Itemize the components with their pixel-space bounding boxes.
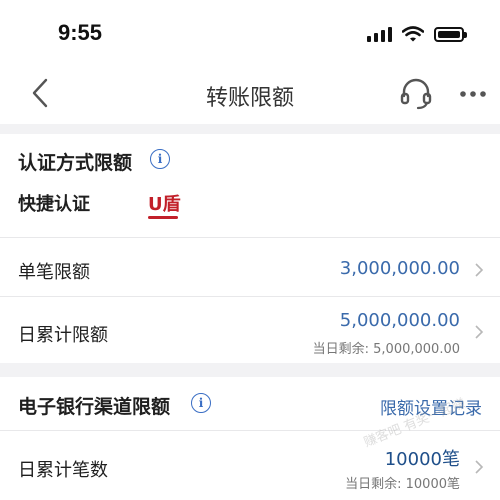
row-value: 10000笔	[384, 449, 460, 470]
limit-settings-record-link[interactable]: 限额设置记录	[380, 394, 482, 419]
row-remaining: 当日剩余: 10000笔	[345, 477, 460, 492]
more-options-icon[interactable]	[458, 80, 488, 108]
tab-quick-auth[interactable]: 快捷认证	[18, 190, 90, 216]
row-label: 单笔限额	[18, 262, 90, 283]
battery-icon	[434, 26, 467, 42]
channel-info-icon[interactable]: i	[191, 393, 211, 413]
divider	[0, 237, 500, 238]
chevron-right-icon	[475, 460, 484, 474]
chevron-right-icon	[475, 325, 484, 339]
row-value: 5,000,000.00	[339, 310, 460, 331]
tab-selected-indicator	[148, 216, 178, 219]
row-label: 日累计笔数	[18, 460, 108, 481]
row-label: 日累计限额	[18, 325, 108, 346]
auth-info-icon[interactable]: i	[150, 149, 170, 169]
nav-bar: 转账限额	[0, 64, 500, 124]
row-value: 3,000,000.00	[339, 258, 460, 279]
status-bar: 9:55	[0, 0, 500, 64]
status-icons	[367, 26, 467, 42]
customer-service-headset-icon[interactable]	[398, 76, 434, 112]
channel-limit-card: 电子银行渠道限额 i 限额设置记录 日累计笔数 10000笔 当日剩余: 100…	[0, 377, 500, 500]
tab-u-shield[interactable]: U盾	[148, 190, 181, 216]
divider	[0, 430, 500, 431]
wifi-icon	[402, 26, 424, 42]
divider	[0, 296, 500, 297]
cellular-signal-icon	[367, 26, 392, 42]
channel-section-title: 电子银行渠道限额	[18, 396, 171, 418]
row-remaining: 当日剩余: 5,000,000.00	[312, 342, 460, 357]
status-time: 9:55	[58, 20, 103, 45]
auth-limit-card: 认证方式限额 i 快捷认证 U盾 单笔限额 3,000,000.00 日累计限额…	[0, 134, 500, 363]
auth-section-title: 认证方式限额	[18, 152, 133, 174]
chevron-right-icon	[475, 263, 484, 277]
